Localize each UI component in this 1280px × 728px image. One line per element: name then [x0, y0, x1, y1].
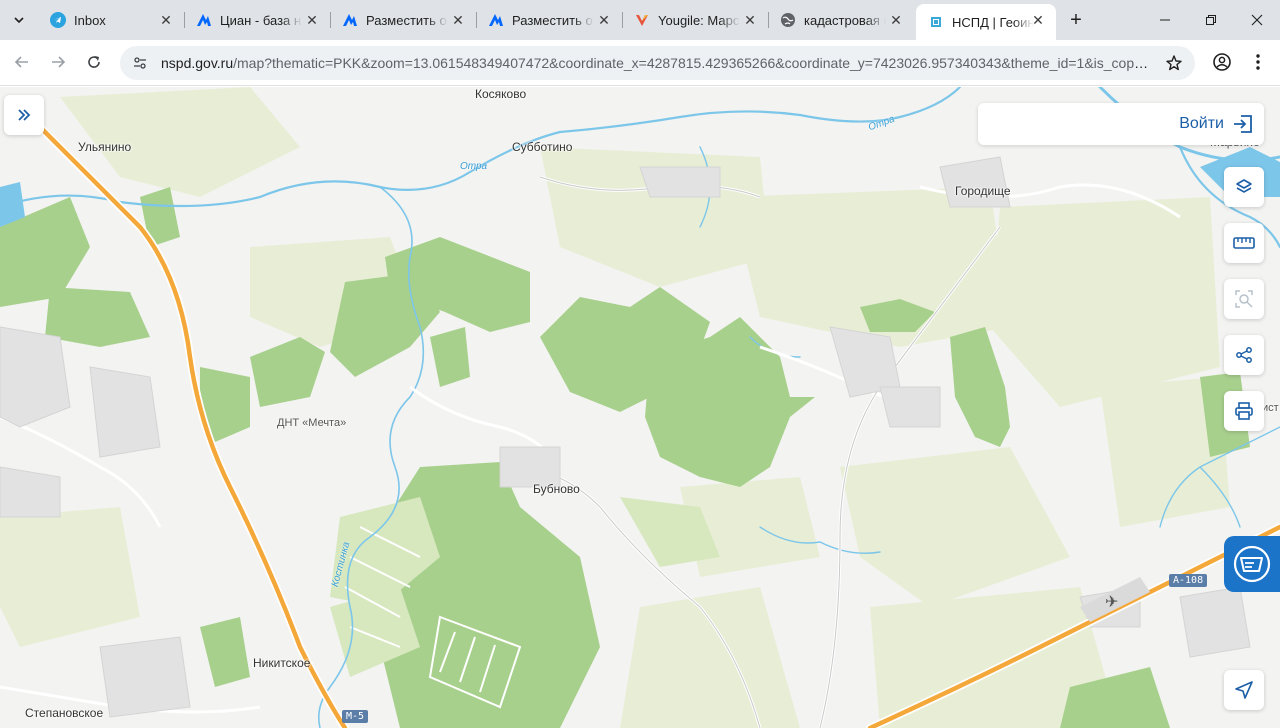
- assistant-icon: [1233, 545, 1271, 583]
- tab-7-active[interactable]: НСПД | Геоин ✕: [916, 4, 1056, 40]
- restore-button[interactable]: [1188, 0, 1234, 40]
- arrow-left-icon: [14, 56, 28, 68]
- place-label: Городище: [955, 184, 1011, 198]
- bookmark-star-icon[interactable]: [1165, 54, 1183, 72]
- reload-button[interactable]: [82, 50, 106, 74]
- close-tab-icon[interactable]: ✕: [742, 12, 758, 28]
- place-label: Косяково: [475, 87, 527, 101]
- tab-strip: Inbox ✕ Циан - база н ✕ Разместить об ✕ …: [0, 0, 1280, 40]
- minimize-icon: [1160, 19, 1170, 21]
- tab-4[interactable]: Разместить об ✕: [476, 0, 623, 40]
- nspd-icon: [928, 14, 944, 30]
- tab-title: НСПД | Геоин: [952, 14, 1034, 30]
- place-label: Ульянино: [78, 140, 132, 154]
- browser-toolbar: nspd.gov.ru/map?thematic=PKK&zoom=13.061…: [0, 40, 1280, 86]
- dnt-label: ДНТ «Мечта»: [277, 417, 347, 429]
- tab-title: Yougile: Марс: [658, 12, 740, 28]
- expand-panel-button[interactable]: [4, 95, 44, 135]
- telegram-icon: [50, 12, 66, 28]
- globe-icon: [780, 12, 796, 28]
- assistant-button[interactable]: [1224, 536, 1280, 592]
- close-tab-icon[interactable]: ✕: [304, 12, 320, 28]
- place-label: Никитское: [253, 656, 311, 670]
- svg-text:✈: ✈: [1105, 592, 1118, 611]
- browser-menu-button[interactable]: [1247, 51, 1269, 73]
- map-canvas[interactable]: ✈ Косяково Ульянино Субботино Городище Б…: [0, 87, 1280, 728]
- tab-6[interactable]: кадастровая к ✕: [768, 0, 914, 40]
- tab-title: кадастровая к: [804, 12, 886, 28]
- minimize-button[interactable]: [1142, 0, 1188, 40]
- close-tab-icon[interactable]: ✕: [596, 12, 612, 28]
- place-label: Бубново: [533, 482, 580, 496]
- yougile-icon: [634, 12, 650, 28]
- close-tab-icon[interactable]: ✕: [450, 12, 466, 28]
- forward-button[interactable]: [46, 50, 70, 74]
- cian-icon: [196, 12, 212, 28]
- url-text[interactable]: nspd.gov.ru/map?thematic=PKK&zoom=13.061…: [161, 55, 1151, 71]
- address-bar[interactable]: nspd.gov.ru/map?thematic=PKK&zoom=13.061…: [120, 46, 1195, 80]
- ruler-button[interactable]: [1224, 223, 1264, 263]
- river-label: Отра: [460, 161, 488, 172]
- new-tab-button[interactable]: +: [1064, 8, 1088, 32]
- place-label: Степановское: [25, 706, 104, 720]
- printer-icon: [1235, 402, 1253, 420]
- restore-icon: [1206, 15, 1216, 25]
- tab-title: Циан - база н: [220, 12, 302, 28]
- tab-title: Разместить об: [366, 12, 448, 28]
- chevron-down-icon: [14, 17, 24, 24]
- close-tab-icon[interactable]: ✕: [158, 12, 174, 28]
- locate-me-button[interactable]: [1224, 670, 1264, 710]
- login-label: Войти: [1179, 115, 1224, 132]
- close-tab-icon[interactable]: ✕: [888, 12, 904, 28]
- tab-title: Разместить об: [512, 12, 594, 28]
- profile-icon: [1213, 53, 1231, 71]
- arrow-right-icon: [52, 56, 66, 68]
- share-icon: [1236, 347, 1252, 363]
- place-label: Субботино: [512, 140, 573, 154]
- back-button[interactable]: [10, 50, 34, 74]
- login-icon: [1234, 115, 1252, 133]
- close-window-button[interactable]: [1234, 0, 1280, 40]
- area-search-icon: [1235, 290, 1253, 308]
- layers-button[interactable]: [1224, 167, 1264, 207]
- road-badge: М-5: [342, 710, 369, 723]
- tab-1[interactable]: Inbox ✕: [38, 0, 185, 40]
- close-icon: [1251, 14, 1263, 26]
- url-path: /map?thematic=PKK&zoom=13.06154834940747…: [233, 55, 1151, 71]
- tab-3[interactable]: Разместить об ✕: [330, 0, 477, 40]
- place-label-fragment: ист: [1262, 402, 1279, 414]
- tab-search-button[interactable]: [6, 7, 32, 33]
- print-button[interactable]: [1224, 391, 1264, 431]
- profile-button[interactable]: [1211, 51, 1233, 73]
- cian-icon: [342, 12, 358, 28]
- close-tab-icon[interactable]: ✕: [1030, 12, 1046, 28]
- area-select-button[interactable]: [1224, 279, 1264, 319]
- tab-2[interactable]: Циан - база н ✕: [184, 0, 331, 40]
- layers-icon: [1236, 179, 1252, 193]
- road-badge: А-108: [1169, 574, 1208, 587]
- ruler-icon: [1233, 237, 1255, 249]
- reload-icon: [88, 56, 100, 68]
- tab-5[interactable]: Yougile: Марс ✕: [622, 0, 769, 40]
- cian-icon: [488, 12, 504, 28]
- double-chevron-right-icon: [18, 109, 31, 121]
- site-info-icon[interactable]: [132, 55, 148, 71]
- share-button[interactable]: [1224, 335, 1264, 375]
- login-button[interactable]: Войти: [1179, 112, 1254, 136]
- map-base-layer: ✈: [0, 87, 1280, 728]
- tab-title: Inbox: [74, 12, 106, 28]
- more-vertical-icon: [1256, 54, 1260, 70]
- url-host: nspd.gov.ru: [161, 55, 234, 71]
- navigation-arrow-icon: [1235, 681, 1253, 699]
- login-panel: Войти: [978, 103, 1264, 145]
